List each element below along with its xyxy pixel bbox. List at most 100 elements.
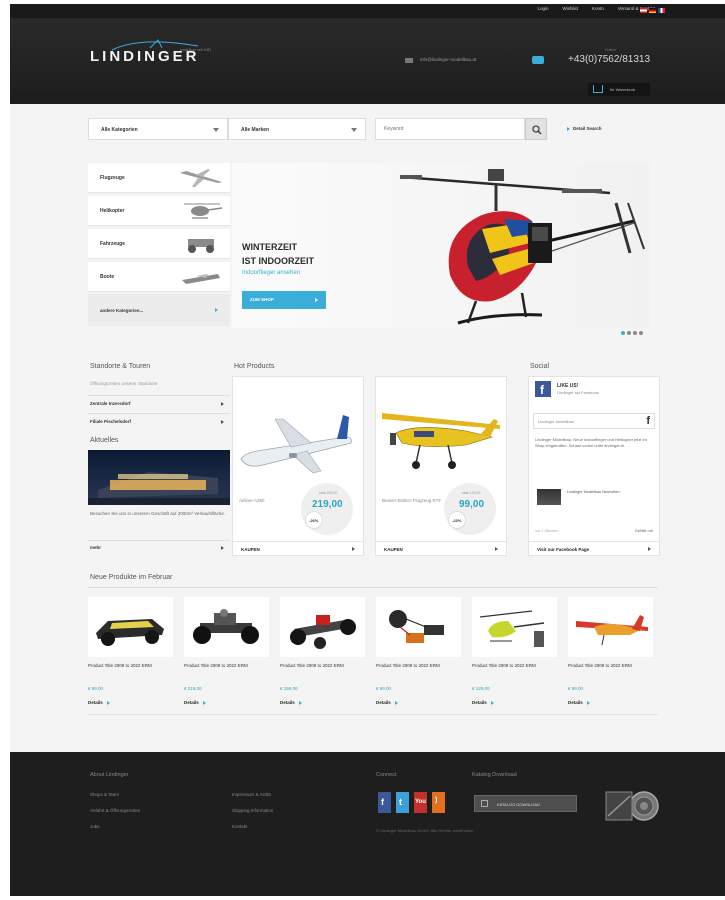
footer-link-shipping[interactable]: Shipping Information — [232, 808, 273, 813]
facebook-post-link[interactable]: Lindinger Modellbau Neuheiten — [567, 490, 647, 495]
product-name[interactable]: Product Title 2009 to 2022 ERM — [280, 663, 362, 669]
top-bar: Login Wishlist Konto Versand & Kontakt — [10, 4, 725, 18]
language-flags — [640, 8, 665, 13]
product-name[interactable]: Product Title 2009 to 2022 ERM — [568, 663, 650, 669]
category-select[interactable]: Alle Kategorien — [88, 118, 228, 140]
details-link[interactable]: Details — [568, 700, 590, 705]
slider-dot-3[interactable] — [633, 331, 637, 335]
details-link[interactable]: Details — [376, 700, 398, 705]
facebook-post-thumbnail[interactable] — [537, 489, 561, 505]
footer-link-jobs[interactable]: Jobs — [90, 824, 100, 829]
buy-button[interactable]: KAUFEN — [376, 541, 506, 556]
chevron-right-icon — [490, 700, 494, 705]
search-button[interactable] — [525, 118, 547, 140]
phone-label: Hotline — [605, 48, 616, 52]
aerobatic-plane-image — [576, 615, 648, 646]
aktuelles-image[interactable] — [88, 450, 230, 505]
details-link[interactable]: Details — [88, 700, 110, 705]
page: Login Wishlist Konto Versand & Kontakt L… — [10, 4, 725, 896]
flag-gb-icon[interactable] — [658, 8, 665, 13]
facebook-page-bar[interactable]: Lindinger Modellbau f — [533, 413, 655, 429]
category-select-value: Alle Kategorien — [101, 127, 138, 133]
category-item-boote[interactable]: Boote — [88, 262, 230, 292]
category-more-link[interactable]: andere Kategorien... — [88, 294, 230, 326]
visit-facebook-link[interactable]: Visit our Facebook Page — [529, 541, 659, 556]
standort-link-zentrale[interactable]: Zentrale Inzersdorf — [88, 395, 230, 411]
airliner-image — [240, 415, 352, 474]
product-price: € 99,00 — [568, 686, 584, 691]
hot-product-card-1[interactable]: Airliner A380 statt 299,00 219,00 -26% K… — [232, 376, 364, 556]
product-image[interactable] — [568, 597, 653, 657]
hero-banner[interactable]: WINTERZEIT IST INDOORZEIT Indoorflieger … — [232, 163, 650, 328]
chevron-right-icon — [567, 126, 570, 131]
slider-dot-1[interactable] — [621, 331, 625, 335]
facebook-like-button[interactable]: Gefällt mir — [635, 528, 653, 533]
slider-dot-4[interactable] — [639, 331, 643, 335]
cart-icon — [593, 85, 603, 93]
helicopter-product-image — [479, 610, 545, 647]
product-image[interactable] — [472, 597, 557, 657]
top-links: Login Wishlist Konto Versand & Kontakt — [537, 6, 655, 11]
hot-product-card-2[interactable]: Beaver Elektro Flugzeug RTF statt 129,00… — [375, 376, 507, 556]
product-price: € 159,00 — [280, 686, 298, 691]
aktuelles-description: Besuchen Sie uns in unserem Geschäft auf… — [90, 511, 226, 516]
buy-button[interactable]: KAUFEN — [233, 541, 363, 556]
standort-link-filiale[interactable]: Filiale Pischelsdorf — [88, 413, 230, 429]
chevron-right-icon — [394, 700, 398, 705]
slider-dots — [621, 331, 643, 335]
details-link[interactable]: Details — [472, 700, 494, 705]
product-image[interactable] — [376, 597, 461, 657]
brand-select-value: Alle Marken — [241, 127, 270, 133]
brand-select[interactable]: Alle Marken — [228, 118, 366, 140]
twitter-icon[interactable]: t — [396, 792, 409, 813]
product-name[interactable]: Product Title 2009 to 2022 ERM — [472, 663, 554, 669]
footer-link-kontakt[interactable]: Kontakt — [232, 824, 247, 829]
facebook-f-icon: f — [646, 415, 650, 427]
category-item-fahrzeuge[interactable]: Fahrzeuge — [88, 229, 230, 259]
cart-button[interactable]: Ihr Warenkorb — [588, 83, 650, 96]
product-name[interactable]: Product Title 2009 to 2022 ERM — [376, 663, 458, 669]
chevron-right-icon — [221, 546, 224, 550]
aktuelles-more-link[interactable]: mehr — [88, 540, 230, 554]
product-name[interactable]: Product Title 2009 to 2022 ERM — [184, 663, 266, 669]
buggy-image — [96, 619, 164, 646]
flag-at-icon[interactable] — [640, 8, 647, 13]
facebook-icon[interactable]: f — [378, 792, 391, 813]
details-link[interactable]: Details — [280, 700, 302, 705]
wishlist-link[interactable]: Wishlist — [562, 6, 578, 11]
beaver-plane-image — [382, 413, 500, 469]
boat-icon — [182, 274, 220, 284]
footer-link-anfahrt[interactable]: Anfahrt & Öffnungszeiten — [90, 808, 140, 813]
catalog-download-button[interactable]: KATALOG DOWNLOAD — [474, 795, 577, 812]
youtube-icon[interactable]: You — [414, 792, 427, 813]
facebook-icon[interactable]: f — [535, 381, 551, 397]
search-input[interactable] — [375, 118, 525, 140]
divider — [88, 714, 658, 715]
footer-catalog-title: Katalog Download — [472, 772, 517, 778]
facebook-post-text: Lindinger Modellbau: Neue Indoorflieger … — [535, 437, 647, 448]
product-image[interactable] — [280, 597, 365, 657]
flag-de-icon[interactable] — [649, 8, 656, 13]
header-email[interactable]: info@lindinger-modellbau.at — [420, 57, 476, 62]
slider-dot-2[interactable] — [627, 331, 631, 335]
rss-icon[interactable]: ) — [432, 792, 445, 813]
chat-icon[interactable] — [532, 56, 544, 64]
footer-link-shops[interactable]: Shops & Team — [90, 792, 119, 797]
chevron-right-icon — [315, 298, 318, 302]
account-link[interactable]: Konto — [592, 6, 604, 11]
product-name[interactable]: Product Title 2009 to 2022 ERM — [88, 663, 170, 669]
details-link[interactable]: Details — [184, 700, 206, 705]
footer-link-impressum[interactable]: Impressum & AGBs — [232, 792, 271, 797]
footer-copyright: © Lindinger Modellbau GmbH. Alle Rechte … — [376, 828, 475, 833]
product-image[interactable] — [184, 597, 269, 657]
facebook-like-title[interactable]: LIKE US! — [557, 383, 578, 389]
category-item-flugzeuge[interactable]: Flugzeuge — [88, 163, 230, 193]
aktuelles-title: Aktuelles — [90, 437, 119, 444]
hero-subtitle[interactable]: Indoorflieger ansehen — [242, 270, 300, 276]
detail-search-link[interactable]: Detail Search — [567, 126, 602, 131]
login-link[interactable]: Login — [537, 6, 548, 11]
category-item-helikopter[interactable]: Helikopter — [88, 196, 230, 226]
product-image[interactable] — [88, 597, 173, 657]
logo-tagline: modellbau seit 1981 — [180, 48, 212, 52]
hero-shop-button[interactable]: ZUM SHOP — [242, 291, 326, 309]
